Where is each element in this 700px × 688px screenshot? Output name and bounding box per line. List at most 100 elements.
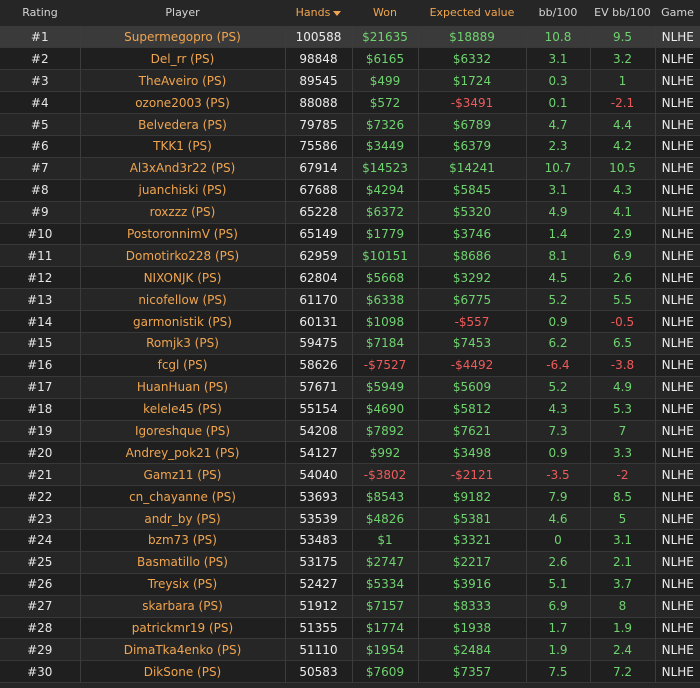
player-cell[interactable]: bzm73 (PS) — [79, 529, 285, 552]
player-link[interactable]: roxzzz (PS) — [150, 205, 216, 219]
table-row[interactable]: #15 Romjk3 (PS) 59475 $7184 $7453 6.2 6.5 NLHE — [0, 332, 700, 355]
player-link[interactable]: Supermegopro (PS) — [124, 30, 241, 44]
table-row[interactable]: #27 skarbara (PS) 51912 $7157 $8333 6.9 8 NLHE — [0, 595, 700, 618]
player-cell[interactable]: nicofellow (PS) — [79, 288, 285, 311]
player-cell[interactable]: Andrey_pok21 (PS) — [79, 441, 285, 464]
player-link[interactable]: Al3xAnd3r22 (PS) — [130, 161, 236, 175]
player-link[interactable]: andr_by (PS) — [144, 512, 220, 526]
table-row[interactable]: #30 DikSone (PS) 50583 $7609 $7357 7.5 7.2 NLHE — [0, 660, 700, 683]
table-row[interactable]: #8 juanchiski (PS) 67688 $4294 $5845 3.1 4.3 NL… — [0, 179, 700, 202]
table-row[interactable]: #24 bzm73 (PS) 53483 $1 $3321 0 3.1 NLHE — [0, 529, 700, 552]
player-cell[interactable]: TKK1 (PS) — [79, 135, 285, 158]
header-won[interactable]: Won — [352, 0, 418, 27]
header-rating[interactable]: Rating — [0, 0, 80, 27]
player-link[interactable]: ozone2003 (PS) — [135, 96, 230, 110]
table-row[interactable]: #23 andr_by (PS) 53539 $4826 $5381 4.6 5 NLHE — [0, 507, 700, 530]
table-row[interactable]: #26 Treysix (PS) 52427 $5334 $3916 5.1 3.7 NLHE — [0, 573, 700, 596]
player-link[interactable]: Del_rr (PS) — [151, 52, 215, 66]
table-row[interactable]: #2 Del_rr (PS) 98848 $6165 $6332 3.1 3.2 NLHE — [0, 47, 700, 70]
player-cell[interactable]: skarbara (PS) — [79, 595, 285, 618]
player-cell[interactable]: Del_rr (PS) — [79, 47, 285, 70]
player-link[interactable]: Gamz11 (PS) — [144, 468, 222, 482]
player-cell[interactable]: Domotirko228 (PS) — [79, 244, 285, 267]
player-link[interactable]: nicofellow (PS) — [138, 293, 226, 307]
table-row[interactable]: #22 cn_chayanne (PS) 53693 $8543 $9182 7.9 8.5… — [0, 485, 700, 508]
table-row[interactable]: #7 Al3xAnd3r22 (PS) 67914 $14523 $14241 10.7 1… — [0, 157, 700, 180]
player-cell[interactable]: DikSone (PS) — [79, 660, 285, 683]
player-cell[interactable]: Gamz11 (PS) — [79, 463, 285, 486]
header-hands[interactable]: Hands — [285, 0, 352, 27]
player-cell[interactable]: Romjk3 (PS) — [79, 332, 285, 355]
player-cell[interactable]: ozone2003 (PS) — [79, 91, 285, 114]
table-row[interactable]: #5 Belvedera (PS) 79785 $7326 $6789 4.7 4.4 NLH… — [0, 113, 700, 136]
table-row[interactable]: #3 TheAveiro (PS) 89545 $499 $1724 0.3 1 NLHE — [0, 69, 700, 92]
player-link[interactable]: garmonistik (PS) — [133, 315, 232, 329]
header-game[interactable]: Game — [655, 0, 700, 27]
player-link[interactable]: bzm73 (PS) — [148, 533, 217, 547]
player-link[interactable]: Belvedera (PS) — [138, 118, 227, 132]
player-link[interactable]: Treysix (PS) — [148, 577, 217, 591]
player-cell[interactable]: TheAveiro (PS) — [79, 69, 285, 92]
table-row[interactable]: #9 roxzzz (PS) 65228 $6372 $5320 4.9 4.1 NLHE — [0, 201, 700, 224]
player-cell[interactable]: garmonistik (PS) — [79, 310, 285, 333]
header-ev-bb100[interactable]: EV bb/100 — [590, 0, 655, 27]
table-row[interactable]: #10 PostoronnimV (PS) 65149 $1779 $3746 1.4 2.… — [0, 223, 700, 245]
table-row[interactable]: #14 garmonistik (PS) 60131 $1098 -$557 0.9 -0.… — [0, 310, 700, 333]
rating-cell: #17 — [27, 380, 53, 395]
player-cell[interactable]: Belvedera (PS) — [79, 113, 285, 136]
player-cell[interactable]: andr_by (PS) — [79, 507, 285, 530]
player-link[interactable]: Igoreshque (PS) — [135, 424, 230, 438]
table-row[interactable]: #17 HuanHuan (PS) 57671 $5949 $5609 5.2 4.9 NLH… — [0, 376, 700, 399]
player-cell[interactable]: Supermegopro (PS) — [79, 26, 285, 48]
table-row[interactable]: #29 DimaTka4enko (PS) 51110 $1954 $2484 1.9 2.… — [0, 638, 700, 661]
table-row[interactable]: #20 Andrey_pok21 (PS) 54127 $992 $3498 0.9 3.3… — [0, 441, 700, 464]
player-cell[interactable]: NIXONJK (PS) — [79, 266, 285, 289]
player-link[interactable]: Domotirko228 (PS) — [126, 249, 239, 263]
hands-cell: 54208 — [284, 420, 352, 442]
table-row[interactable]: #4 ozone2003 (PS) 88088 $572 -$3491 0.1 -2.1 NL… — [0, 91, 700, 114]
player-link[interactable]: HuanHuan (PS) — [137, 380, 228, 394]
player-cell[interactable]: kelele45 (PS) — [79, 398, 285, 421]
player-link[interactable]: patrickmr19 (PS) — [132, 621, 233, 635]
player-cell[interactable]: HuanHuan (PS) — [79, 376, 285, 399]
player-link[interactable]: DikSone (PS) — [144, 665, 222, 679]
player-cell[interactable]: PostoronnimV (PS) — [79, 223, 285, 245]
player-cell[interactable]: cn_chayanne (PS) — [79, 485, 285, 508]
player-cell[interactable]: fcgl (PS) — [79, 354, 285, 377]
player-link[interactable]: cn_chayanne (PS) — [129, 490, 236, 504]
player-cell[interactable]: roxzzz (PS) — [79, 201, 285, 224]
player-link[interactable]: TKK1 (PS) — [153, 139, 212, 153]
player-cell[interactable]: juanchiski (PS) — [79, 179, 285, 202]
player-cell[interactable]: Al3xAnd3r22 (PS) — [79, 157, 285, 180]
player-link[interactable]: fcgl (PS) — [158, 358, 208, 372]
player-link[interactable]: PostoronnimV (PS) — [127, 227, 238, 241]
player-cell[interactable]: patrickmr19 (PS) — [79, 617, 285, 639]
table-row[interactable]: #19 Igoreshque (PS) 54208 $7892 $7621 7.3 7 NLH… — [0, 420, 700, 442]
player-link[interactable]: skarbara (PS) — [142, 599, 223, 613]
table-row[interactable]: #25 Basmatillo (PS) 53175 $2747 $2217 2.6 2.1 N… — [0, 551, 700, 574]
table-row[interactable]: #28 patrickmr19 (PS) 51355 $1774 $1938 1.7 1.9… — [0, 617, 700, 639]
table-row[interactable]: #18 kelele45 (PS) 55154 $4690 $5812 4.3 5.3 NLH… — [0, 398, 700, 421]
player-cell[interactable]: Treysix (PS) — [79, 573, 285, 596]
table-row[interactable]: #13 nicofellow (PS) 61170 $6338 $6775 5.2 5.5 N… — [0, 288, 700, 311]
player-link[interactable]: Andrey_pok21 (PS) — [126, 446, 240, 460]
player-link[interactable]: DimaTka4enko (PS) — [124, 643, 242, 657]
table-row[interactable]: #21 Gamz11 (PS) 54040 -$3802 -$2121 -3.5 -2 NLH… — [0, 463, 700, 486]
player-cell[interactable]: Igoreshque (PS) — [79, 420, 285, 442]
player-link[interactable]: TheAveiro (PS) — [139, 74, 227, 88]
player-link[interactable]: kelele45 (PS) — [143, 402, 222, 416]
player-cell[interactable]: DimaTka4enko (PS) — [79, 638, 285, 661]
player-link[interactable]: NIXONJK (PS) — [144, 271, 222, 285]
table-row[interactable]: #11 Domotirko228 (PS) 62959 $10151 $8686 8.1 6… — [0, 244, 700, 267]
header-bb100[interactable]: bb/100 — [526, 0, 590, 27]
player-cell[interactable]: Basmatillo (PS) — [79, 551, 285, 574]
table-row[interactable]: #12 NIXONJK (PS) 62804 $5668 $3292 4.5 2.6 NLHE — [0, 266, 700, 289]
player-link[interactable]: juanchiski (PS) — [138, 183, 226, 197]
player-link[interactable]: Romjk3 (PS) — [146, 336, 219, 350]
table-row[interactable]: #16 fcgl (PS) 58626 -$7527 -$4492 -6.4 -3.8 NLH… — [0, 354, 700, 377]
table-row[interactable]: #1 Supermegopro (PS) 100588 $21635 $18889 10.… — [0, 26, 700, 48]
table-row[interactable]: #6 TKK1 (PS) 75586 $3449 $6379 2.3 4.2 NLHE — [0, 135, 700, 158]
header-expected-value[interactable]: Expected value — [418, 0, 526, 27]
player-link[interactable]: Basmatillo (PS) — [137, 555, 228, 569]
header-player[interactable]: Player — [80, 0, 285, 27]
